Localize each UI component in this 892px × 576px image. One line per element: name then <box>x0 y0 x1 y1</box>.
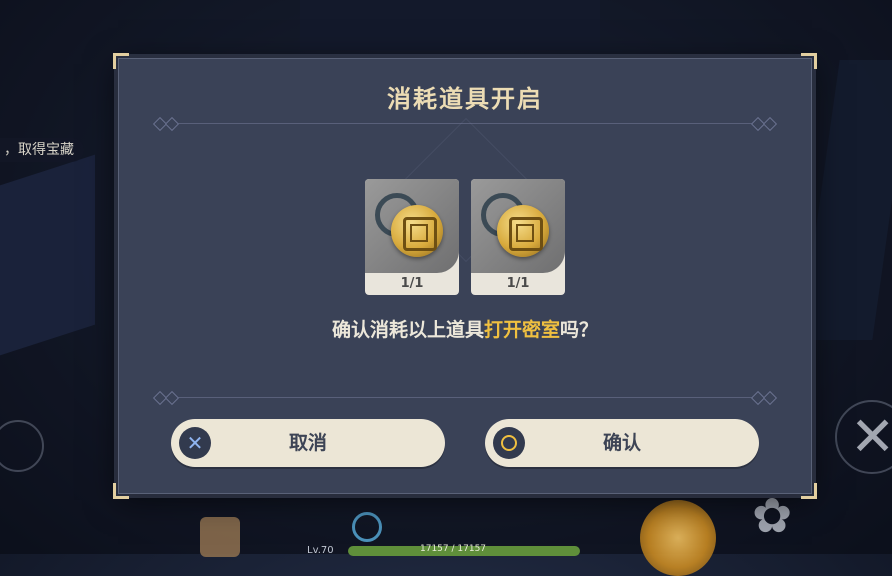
cross-icon: ✕ <box>179 427 211 459</box>
confirm-button[interactable]: 确认 <box>485 419 759 467</box>
item-count: 1/1 <box>506 276 530 291</box>
confirm-prompt: 确认消耗以上道具打开密室吗？ <box>119 315 811 342</box>
cancel-button[interactable]: 取消 ✕ <box>171 419 445 467</box>
gadget-icon[interactable] <box>200 517 240 557</box>
dialog-title: 消耗道具开启 <box>387 85 543 113</box>
cancel-button-label: 取消 <box>288 432 327 454</box>
element-indicator-icon <box>352 512 382 542</box>
prompt-highlight: 打开密室 <box>483 319 560 341</box>
consume-item-dialog: 消耗道具开启 1/1 1/1 确认消耗以上道具打开密室吗？ 取消 ✕ 确认 <box>113 53 817 499</box>
corner-ornament <box>113 483 129 499</box>
elemental-skill-icon[interactable]: ✿ <box>752 492 792 540</box>
item-card[interactable]: 1/1 <box>471 179 565 295</box>
prompt-suffix: 吗？ <box>560 319 599 341</box>
corner-ornament <box>801 483 817 499</box>
item-card[interactable]: 1/1 <box>365 179 459 295</box>
hp-value: 17157 / 17157 <box>420 544 487 554</box>
attack-icon[interactable]: ✕ <box>850 410 892 464</box>
button-divider <box>152 390 778 406</box>
corner-ornament <box>801 53 817 69</box>
elemental-burst-button[interactable] <box>640 500 716 576</box>
required-items-list: 1/1 1/1 <box>365 179 565 295</box>
prompt-prefix: 确认消耗以上道具 <box>331 319 484 341</box>
item-art <box>471 179 565 273</box>
circle-icon <box>493 427 525 459</box>
level-label: Lv.70 <box>307 545 334 556</box>
quest-tracker-text[interactable]: ，取得宝藏 <box>0 138 84 162</box>
item-count: 1/1 <box>400 276 424 291</box>
item-art <box>365 179 459 273</box>
corner-ornament <box>113 53 129 69</box>
confirm-button-label: 确认 <box>602 432 641 454</box>
